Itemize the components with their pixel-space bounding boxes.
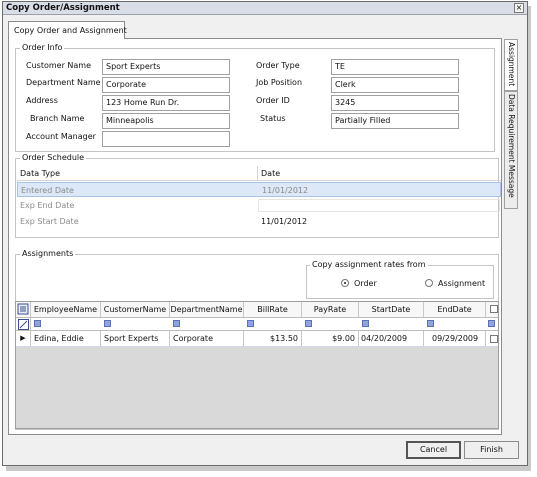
order-type-label: Order Type: [256, 61, 300, 70]
dialog-window: Copy Order/Assignment × Copy Order and A…: [2, 1, 528, 466]
department-name-label: Department Name: [26, 78, 101, 87]
department-name-field[interactable]: Corporate: [102, 77, 230, 93]
order-id-label: Order ID: [256, 96, 290, 105]
tab-label: Copy Order and Assignment: [14, 26, 127, 35]
job-position-field[interactable]: Clerk: [331, 77, 459, 93]
cell-end-date[interactable]: 09/29/2009: [424, 331, 486, 346]
vtab-data-requirement-message[interactable]: Data Requirement Message: [504, 91, 518, 209]
col-date[interactable]: Date: [261, 169, 280, 178]
title-bar[interactable]: Copy Order/Assignment ×: [3, 2, 527, 15]
order-info-title: Order Info: [20, 43, 65, 52]
cell-customer[interactable]: Sport Experts: [101, 331, 170, 346]
filter-row: [16, 318, 498, 331]
cell-employee[interactable]: Edina, Eddie: [31, 331, 101, 346]
cancel-button[interactable]: Cancel: [406, 441, 461, 459]
finish-button[interactable]: Finish: [464, 441, 519, 459]
col-employee-name[interactable]: EmployeeName: [31, 302, 101, 317]
branch-name-field[interactable]: Minneapolis: [102, 113, 230, 129]
schedule-type: Exp End Date: [20, 201, 75, 210]
vtab-data-requirement-label: Data Requirement Message: [507, 94, 516, 198]
cell-start-date[interactable]: 04/20/2009: [359, 331, 424, 346]
address-label: Address: [26, 96, 58, 105]
order-radio[interactable]: [341, 279, 349, 287]
copy-rates-title: Copy assignment rates from: [310, 260, 428, 269]
filter-icon[interactable]: [362, 320, 369, 327]
schedule-header: Data Type Date: [17, 166, 501, 181]
cell-pay-rate[interactable]: $9.00: [302, 331, 359, 346]
window-title: Copy Order/Assignment: [6, 3, 120, 13]
filter-icon[interactable]: [247, 320, 254, 327]
assignment-radio[interactable]: [425, 279, 433, 287]
select-all-checkbox[interactable]: [490, 305, 498, 313]
assignment-radio-label: Assignment: [438, 279, 486, 288]
schedule-row[interactable]: Exp End Date: [17, 198, 501, 213]
schedule-type: Exp Start Date: [20, 217, 79, 226]
schedule-date: 11/01/2012: [262, 186, 309, 195]
vtab-assignment[interactable]: Assignment: [504, 39, 518, 91]
clear-filter-icon[interactable]: [16, 318, 31, 330]
job-position-label: Job Position: [256, 78, 303, 87]
customer-name-label: Customer Name: [26, 61, 92, 70]
order-type-field[interactable]: TE: [331, 59, 459, 75]
filter-icon[interactable]: [427, 320, 434, 327]
vertical-tab-strip: Assignment Data Requirement Message: [504, 39, 518, 209]
status-label: Status: [260, 114, 286, 123]
order-id-field[interactable]: 3245: [331, 95, 459, 111]
col-bill-rate[interactable]: BillRate: [244, 302, 302, 317]
filter-icon[interactable]: [305, 320, 312, 327]
schedule-date: 11/01/2012: [261, 217, 308, 226]
order-schedule-title: Order Schedule: [20, 153, 87, 162]
schedule-type: Entered Date: [21, 186, 74, 195]
filter-icon[interactable]: [34, 320, 41, 327]
assignments-grid: EmployeeName CustomerName DepartmentName…: [15, 301, 499, 429]
column-chooser-icon[interactable]: [16, 302, 31, 317]
status-field[interactable]: Partially Filled: [331, 113, 459, 129]
assignments-title: Assignments: [20, 249, 76, 258]
schedule-row[interactable]: Exp Start Date 11/01/2012: [17, 214, 501, 229]
grid-header: EmployeeName CustomerName DepartmentName…: [16, 302, 498, 318]
tab-copy-order-and-assignment[interactable]: Copy Order and Assignment: [8, 21, 127, 39]
order-schedule-group: Order Schedule Data Type Date Entered Da…: [15, 153, 501, 238]
account-manager-field[interactable]: [102, 131, 230, 147]
row-indicator-icon: ▶: [16, 331, 31, 346]
address-field[interactable]: 123 Home Run Dr.: [102, 95, 230, 111]
filter-icon[interactable]: [488, 320, 495, 327]
account-manager-label: Account Manager: [26, 132, 96, 141]
col-data-type[interactable]: Data Type: [20, 169, 60, 178]
col-department-name[interactable]: DepartmentName: [170, 302, 244, 317]
table-row[interactable]: ▶ Edina, Eddie Sport Experts Corporate $…: [16, 331, 498, 347]
col-end-date[interactable]: EndDate: [424, 302, 486, 317]
vtab-assignment-label: Assignment: [507, 42, 516, 87]
schedule-date-editor[interactable]: [258, 199, 500, 212]
col-customer-name[interactable]: CustomerName: [101, 302, 170, 317]
cell-department[interactable]: Corporate: [170, 331, 244, 346]
order-radio-label: Order: [354, 279, 377, 288]
close-icon[interactable]: ×: [514, 3, 524, 13]
cell-bill-rate[interactable]: $13.50: [244, 331, 302, 346]
tab-panel: Order Info Customer Name Sport Experts D…: [8, 38, 502, 435]
filter-icon[interactable]: [104, 320, 111, 327]
customer-name-field[interactable]: Sport Experts: [102, 59, 230, 75]
schedule-row[interactable]: Entered Date 11/01/2012: [17, 182, 501, 197]
col-start-date[interactable]: StartDate: [359, 302, 424, 317]
branch-name-label: Branch Name: [30, 114, 85, 123]
order-info-group: Order Info Customer Name Sport Experts D…: [15, 43, 495, 152]
row-checkbox[interactable]: [490, 335, 498, 343]
copy-rates-group: Copy assignment rates from Order Assignm…: [306, 260, 494, 299]
column-divider: [257, 166, 258, 181]
filter-icon[interactable]: [173, 320, 180, 327]
col-pay-rate[interactable]: PayRate: [302, 302, 359, 317]
